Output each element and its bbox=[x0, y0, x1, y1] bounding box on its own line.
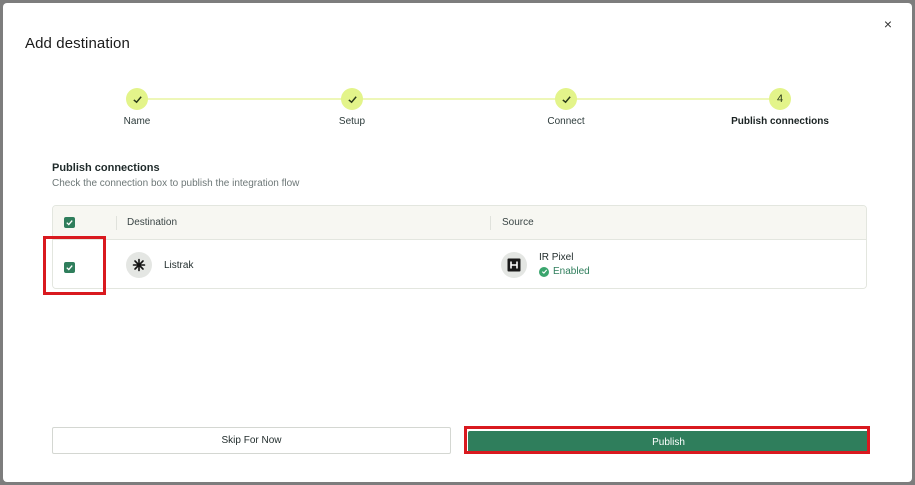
listrak-logo-icon bbox=[132, 258, 146, 272]
close-icon: × bbox=[883, 16, 893, 32]
check-icon bbox=[561, 95, 571, 103]
step-label: Name bbox=[123, 116, 151, 127]
ir-pixel-logo-icon bbox=[507, 258, 521, 272]
publish-button[interactable]: Publish bbox=[468, 431, 869, 453]
close-button[interactable]: × bbox=[880, 15, 896, 33]
source-status: Enabled bbox=[539, 266, 590, 277]
column-header-source: Source bbox=[502, 217, 534, 228]
skip-button-label: Skip For Now bbox=[221, 435, 282, 446]
step-complete-circle bbox=[341, 88, 363, 110]
check-circle-icon bbox=[539, 266, 549, 277]
destination-name: Listrak bbox=[164, 260, 194, 271]
step-label: Connect bbox=[547, 116, 585, 127]
step-number-circle: 4 bbox=[769, 88, 791, 110]
check-icon bbox=[132, 95, 142, 103]
connections-table: Destination Source Listrak IR Pixel Enab… bbox=[52, 205, 867, 289]
source-avatar bbox=[501, 252, 527, 278]
check-icon bbox=[347, 95, 357, 103]
select-all-checkbox[interactable] bbox=[64, 217, 75, 228]
step-complete-circle bbox=[555, 88, 577, 110]
destination-avatar bbox=[126, 252, 152, 278]
add-destination-modal: × Add destination Name Setup Connect 4 P… bbox=[3, 3, 912, 482]
modal-title: Add destination bbox=[25, 35, 130, 52]
table-header: Destination Source bbox=[53, 206, 866, 240]
section-title: Publish connections bbox=[52, 162, 160, 174]
section-subtitle: Check the connection box to publish the … bbox=[52, 178, 300, 189]
stepper-track bbox=[148, 98, 770, 100]
table-row[interactable]: Listrak IR Pixel Enabled bbox=[53, 241, 866, 288]
column-divider bbox=[116, 216, 117, 230]
publish-button-label: Publish bbox=[652, 436, 685, 448]
step-label: Setup bbox=[338, 116, 366, 127]
step-connect: Connect bbox=[496, 88, 636, 127]
column-header-destination: Destination bbox=[127, 217, 178, 228]
step-setup: Setup bbox=[282, 88, 422, 127]
step-complete-circle bbox=[126, 88, 148, 110]
source-name: IR Pixel bbox=[539, 252, 574, 263]
step-label: Publish connections bbox=[731, 116, 829, 127]
column-divider bbox=[490, 216, 491, 230]
check-icon bbox=[66, 265, 73, 271]
step-name: Name bbox=[67, 88, 207, 127]
skip-for-now-button[interactable]: Skip For Now bbox=[52, 427, 451, 454]
row-checkbox[interactable] bbox=[64, 262, 75, 273]
status-label: Enabled bbox=[553, 266, 590, 277]
check-icon bbox=[66, 220, 73, 226]
step-publish-connections: 4 Publish connections bbox=[710, 88, 850, 127]
